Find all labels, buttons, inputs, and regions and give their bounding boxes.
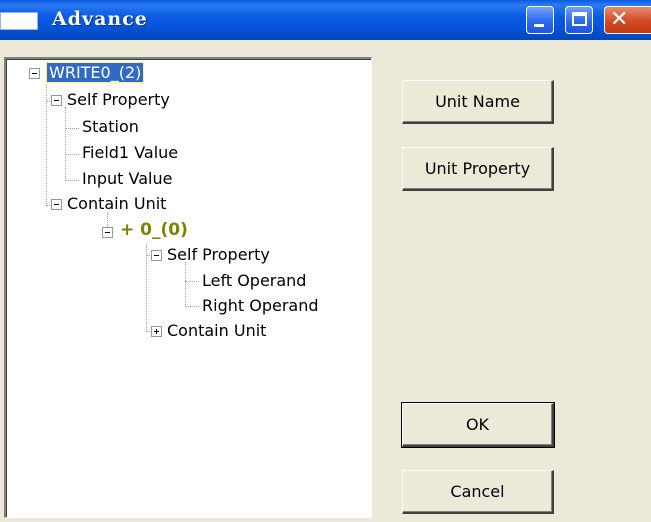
unit-name-button-label: Unit Name <box>435 92 520 111</box>
tree-node-right-operand[interactable]: Right Operand <box>202 296 319 315</box>
tree-collapse-icon[interactable] <box>51 199 62 210</box>
close-button[interactable]: ✕ <box>604 6 651 34</box>
tree-connector <box>65 128 79 129</box>
minimize-button[interactable] <box>526 6 554 34</box>
tree-node-self-property-nested[interactable]: Self Property <box>167 245 270 264</box>
cancel-button-label: Cancel <box>450 482 505 501</box>
ok-button[interactable]: OK <box>401 402 555 448</box>
title-bar[interactable]: Advance ✕ <box>0 0 651 40</box>
tree-connector <box>46 85 47 206</box>
tree-connector <box>65 180 79 181</box>
minimize-icon <box>534 24 544 27</box>
maximize-icon <box>572 12 587 26</box>
tree-collapse-icon[interactable] <box>51 95 62 106</box>
unit-tree-view[interactable]: WRITE0_(2) Self Property Station Field1 … <box>4 57 372 518</box>
tree-connector <box>185 262 186 307</box>
tree-node-self-property[interactable]: Self Property <box>67 90 170 109</box>
tree-connector <box>65 107 66 181</box>
tree-expand-icon[interactable] <box>151 326 162 337</box>
ok-button-label: OK <box>465 415 490 434</box>
window-icon <box>0 12 38 30</box>
unit-property-button-label: Unit Property <box>424 159 531 178</box>
tree-node-left-operand[interactable]: Left Operand <box>202 271 306 290</box>
tree-node-contain-unit-nested[interactable]: Contain Unit <box>167 321 266 340</box>
tree-connector <box>185 281 199 282</box>
close-icon: ✕ <box>610 7 629 32</box>
tree-collapse-icon[interactable] <box>151 250 162 261</box>
maximize-button[interactable] <box>565 6 593 34</box>
tree-node-station[interactable]: Station <box>82 117 139 136</box>
cancel-button[interactable]: Cancel <box>402 470 554 514</box>
tree-connector <box>65 154 79 155</box>
window-title: Advance <box>52 8 148 30</box>
tree-collapse-icon[interactable] <box>29 68 40 79</box>
tree-node-input-value[interactable]: Input Value <box>82 169 172 188</box>
tree-node-unit[interactable]: + 0_(0) <box>120 221 188 240</box>
unit-name-button[interactable]: Unit Name <box>402 80 554 124</box>
advance-dialog: Advance ✕ WRITE0_(2) Self Property Stati… <box>0 0 651 522</box>
tree-connector <box>146 245 147 332</box>
tree-collapse-icon[interactable] <box>102 227 113 238</box>
tree-node-field1-value[interactable]: Field1 Value <box>82 143 178 162</box>
tree-node-contain-unit[interactable]: Contain Unit <box>67 194 166 213</box>
unit-property-button[interactable]: Unit Property <box>402 147 554 191</box>
tree-node-root[interactable]: WRITE0_(2) <box>45 62 145 83</box>
tree-connector <box>185 306 199 307</box>
